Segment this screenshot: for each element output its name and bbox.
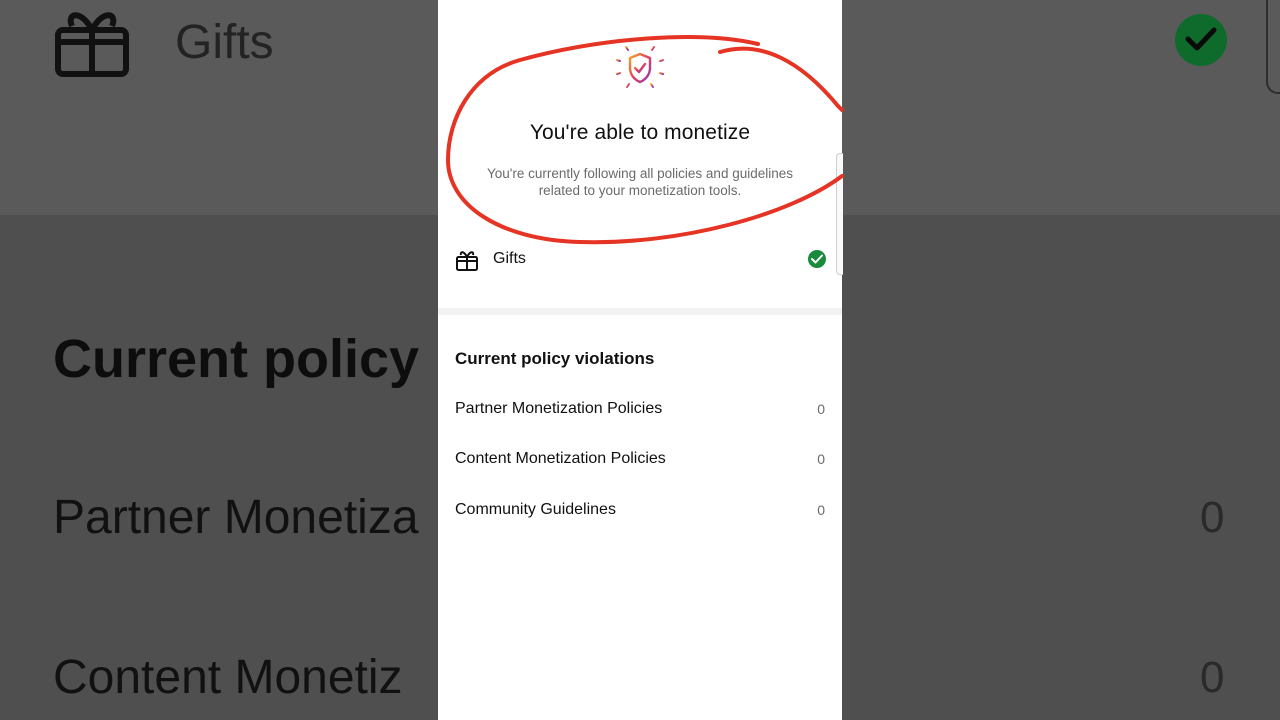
- background-count-content: 0: [1200, 653, 1225, 702]
- background-count-partner: 0: [1200, 493, 1225, 542]
- violation-label: Community Guidelines: [455, 501, 616, 518]
- check-icon: [808, 250, 826, 268]
- shield-check-icon: [616, 42, 664, 93]
- tool-row-gifts[interactable]: Gifts: [438, 240, 842, 280]
- background-check-icon: [1175, 14, 1227, 66]
- background-gifts-label: Gifts: [175, 16, 274, 69]
- scroll-handle[interactable]: [836, 153, 843, 275]
- violation-row-content[interactable]: Content Monetization Policies 0: [438, 444, 842, 476]
- violation-count: 0: [817, 401, 825, 417]
- background-row-partner: Partner Monetiza: [53, 491, 419, 544]
- background-heading: Current policy: [53, 329, 420, 389]
- violation-count: 0: [817, 451, 825, 467]
- tool-label-gifts: Gifts: [493, 250, 526, 267]
- violation-row-partner[interactable]: Partner Monetization Policies 0: [438, 394, 842, 426]
- violation-row-community[interactable]: Community Guidelines 0: [438, 495, 842, 527]
- violation-label: Partner Monetization Policies: [455, 400, 663, 417]
- violations-heading: Current policy violations: [455, 349, 655, 368]
- status-subtitle: You're currently following all policies …: [486, 166, 793, 198]
- status-title: You're able to monetize: [529, 121, 751, 144]
- monetization-status-panel: You're able to monetize You're currently…: [438, 0, 842, 720]
- background-edge: [1266, 0, 1280, 94]
- background-gift-icon: [55, 12, 129, 77]
- background-row-content: Content Monetiz: [53, 651, 403, 704]
- violation-label: Content Monetization Policies: [455, 450, 666, 467]
- gift-icon: [456, 251, 478, 271]
- violation-count: 0: [817, 502, 825, 518]
- section-divider: [438, 308, 842, 315]
